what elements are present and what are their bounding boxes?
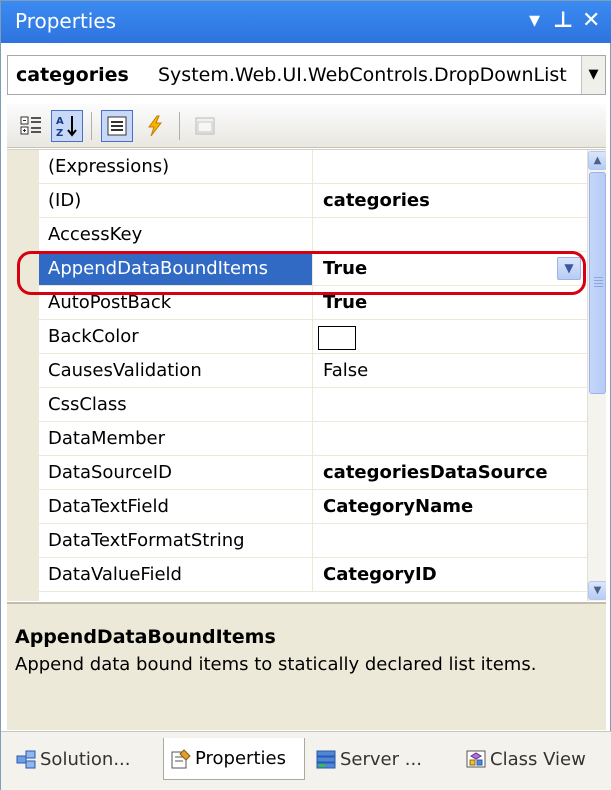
scroll-up-icon[interactable]: ▲ [588, 151, 606, 170]
property-name: (ID) [39, 184, 313, 217]
property-name: DataMember [39, 422, 313, 455]
property-name: CssClass [39, 388, 313, 421]
tab-label: Properties [195, 748, 286, 769]
property-pages-icon[interactable] [189, 110, 221, 142]
property-value[interactable]: False [314, 354, 587, 387]
alphabetical-icon[interactable]: A Z [51, 110, 83, 142]
property-value-editor[interactable]: True ▼ [314, 252, 587, 285]
svg-text:A: A [56, 116, 64, 127]
property-row[interactable]: DataTextFormatString [39, 524, 587, 558]
property-value[interactable]: CategoryID [314, 558, 587, 591]
property-row[interactable]: AccessKey [39, 218, 587, 252]
property-row[interactable]: CausesValidation False [39, 354, 587, 388]
scroll-down-icon[interactable]: ▼ [588, 581, 606, 600]
property-name: DataTextField [39, 490, 313, 523]
window-title: Properties [15, 9, 117, 33]
events-icon[interactable] [139, 110, 171, 142]
property-name: AutoPostBack [39, 286, 313, 319]
bottom-tab-strip: Solution... Properties Server ... Class … [1, 731, 611, 790]
description-pane: AppendDataBoundItems Append data bound i… [7, 602, 606, 730]
property-name: CausesValidation [39, 354, 313, 387]
property-name: DataTextFormatString [39, 524, 313, 557]
property-name: AccessKey [39, 218, 313, 251]
property-value[interactable]: CategoryName [314, 490, 587, 523]
property-row[interactable]: BackColor [39, 320, 587, 354]
categorized-icon[interactable] [15, 110, 47, 142]
description-title: AppendDataBoundItems [15, 626, 276, 648]
property-value[interactable]: categoriesDataSource [314, 456, 587, 489]
property-row[interactable]: CssClass [39, 388, 587, 422]
description-text: Append data bound items to statically de… [15, 654, 537, 675]
tab-server-explorer[interactable]: Server ... [309, 738, 451, 780]
server-explorer-icon [315, 748, 337, 770]
property-name: DataSourceID [39, 456, 313, 489]
property-row[interactable]: (ID) categories [39, 184, 587, 218]
properties-tab-icon [170, 748, 192, 770]
tab-properties[interactable]: Properties [163, 738, 305, 780]
close-icon[interactable]: ✕ [582, 7, 600, 35]
tab-label: Class View [490, 748, 586, 770]
window-position-dropdown-icon[interactable]: ▾ [529, 7, 540, 35]
property-value[interactable] [314, 388, 587, 421]
property-value[interactable]: categories [314, 184, 587, 217]
tab-label: Server ... [340, 748, 422, 770]
property-name: AppendDataBoundItems [39, 252, 313, 285]
property-row[interactable]: DataMember [39, 422, 587, 456]
property-value[interactable]: True [314, 286, 587, 319]
tab-label: Solution... [40, 748, 131, 770]
property-name: DataValueField [39, 558, 313, 591]
property-value: True [323, 258, 368, 279]
tab-class-view[interactable]: Class View [459, 738, 607, 780]
property-value[interactable] [314, 524, 587, 557]
chevron-down-icon[interactable]: ▼ [557, 257, 581, 280]
property-value[interactable] [314, 320, 587, 353]
color-swatch [318, 326, 356, 350]
svg-text:Z: Z [56, 128, 63, 139]
property-name: BackColor [39, 320, 313, 353]
property-row-selected[interactable]: AppendDataBoundItems True ▼ [39, 252, 587, 286]
property-value[interactable] [314, 150, 587, 183]
property-row[interactable]: (Expressions) [39, 150, 587, 184]
properties-window: Properties ▾ ⊥ ✕ categories System.Web.U… [0, 0, 611, 790]
property-row[interactable]: DataSourceID categoriesDataSource [39, 456, 587, 490]
auto-hide-pin-icon[interactable]: ⊥ [553, 7, 573, 35]
tab-solution-explorer[interactable]: Solution... [9, 738, 159, 780]
property-name: (Expressions) [39, 150, 313, 183]
property-row[interactable]: DataTextField CategoryName [39, 490, 587, 524]
vertical-scrollbar[interactable]: ▲ ▼ [587, 150, 606, 601]
object-selector-dropdown-icon[interactable]: ▼ [581, 56, 605, 94]
property-grid: (Expressions) (ID) categories AccessKey … [7, 149, 606, 601]
property-value[interactable] [314, 218, 587, 251]
grid-gutter [7, 150, 39, 601]
object-name: categories [16, 64, 129, 86]
properties-toolbar: A Z [7, 104, 606, 148]
property-row[interactable]: AutoPostBack True [39, 286, 587, 320]
object-type: System.Web.UI.WebControls.DropDownList [158, 64, 567, 86]
property-value[interactable] [314, 422, 587, 455]
class-view-icon [465, 748, 487, 770]
scroll-thumb[interactable] [589, 172, 606, 394]
title-bar[interactable]: Properties ▾ ⊥ ✕ [1, 1, 611, 43]
solution-explorer-icon [15, 748, 37, 770]
properties-icon[interactable] [101, 110, 133, 142]
property-row[interactable]: DataValueField CategoryID [39, 558, 587, 592]
object-selector[interactable]: categories System.Web.UI.WebControls.Dro… [7, 55, 606, 95]
